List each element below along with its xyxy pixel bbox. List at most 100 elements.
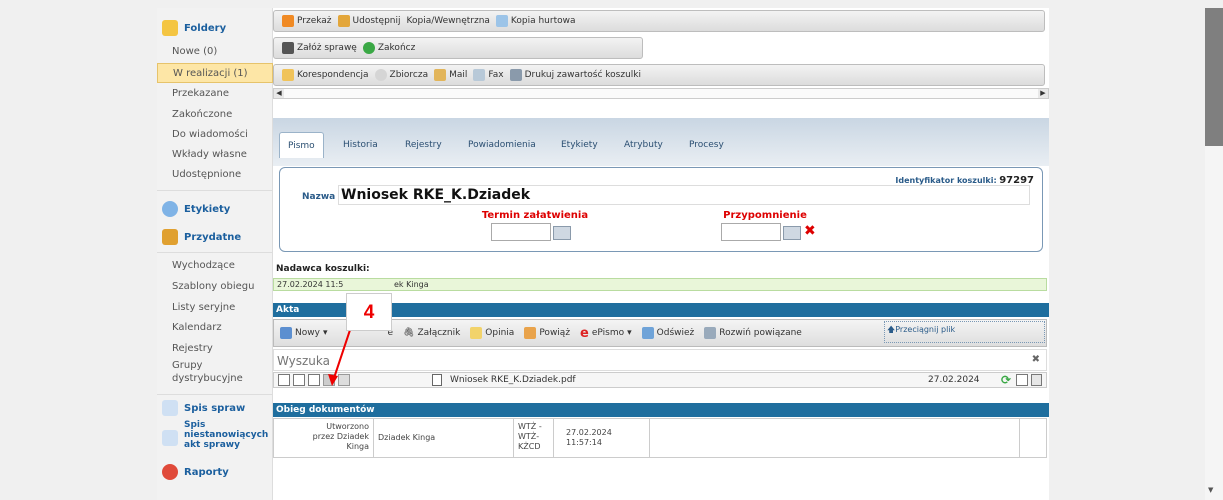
sidebar-item-wklady-wlasne[interactable]: Wkłady własne xyxy=(157,145,273,165)
refresh-icon[interactable]: ⟳ xyxy=(1001,373,1011,387)
tab-atrybuty[interactable]: Atrybuty xyxy=(616,132,671,158)
sidebar-labels-header[interactable]: Etykiety xyxy=(157,198,273,220)
udostepnij-button[interactable]: Udostępnij xyxy=(337,15,401,27)
mail-button[interactable]: Mail xyxy=(434,69,467,81)
fax-icon xyxy=(473,69,486,81)
file-name-link[interactable]: Wniosek RKE_K.Dziadek.pdf xyxy=(450,375,576,385)
epismo-button[interactable]: e ePismo ▾ xyxy=(580,326,632,341)
calendar-icon[interactable] xyxy=(553,226,571,240)
expand-icon xyxy=(704,327,717,339)
new-doc-icon xyxy=(280,327,292,339)
fax-button[interactable]: Fax xyxy=(473,69,504,81)
toolbar-row-2: Załóż sprawę Zakończ xyxy=(273,37,643,59)
kopia-wewnetrzna-button[interactable]: Kopia/Wewnętrzna xyxy=(407,16,490,26)
toolbar-row-1: Przekaż Udostępnij Kopia/Wewnętrzna Kopi… xyxy=(273,10,1045,32)
paperclip-icon: 🖇 xyxy=(403,328,415,338)
folder-icon xyxy=(162,20,178,36)
sender-label: Nadawca koszulki: xyxy=(276,264,370,274)
clear-search-icon[interactable]: ✖ xyxy=(1032,354,1040,365)
link-icon xyxy=(524,327,537,339)
epismo-icon: e xyxy=(580,325,589,341)
sidebar-reports-header[interactable]: Raporty xyxy=(157,462,273,482)
pdf-icon xyxy=(432,374,442,386)
tab-pismo[interactable]: Pismo xyxy=(279,132,324,158)
rozwin-button[interactable]: Rozwiń powiązane xyxy=(704,327,802,339)
stack-icon xyxy=(374,69,387,81)
sidebar-item-wychodzace[interactable]: Wychodzące xyxy=(157,256,273,276)
sidebar-item-zakonczone[interactable]: Zakończone xyxy=(157,105,273,125)
check-icon xyxy=(362,42,375,54)
obieg-header: Obieg dokumentów xyxy=(273,403,1049,417)
name-field[interactable]: Wniosek RKE_K.Dziadek xyxy=(338,185,1030,205)
sidebar-item-kalendarz[interactable]: Kalendarz xyxy=(157,318,273,338)
sidebar-noncase-header[interactable]: Spis niestanowiących akt sprawy xyxy=(157,420,273,460)
obieg-date: 27.02.2024 11:57:14 xyxy=(554,419,650,457)
envelope-icon xyxy=(282,69,294,81)
sidebar-item-w-realizacji[interactable]: W realizacji (1) xyxy=(157,63,273,83)
sidebar-item-rejestry[interactable]: Rejestry xyxy=(157,339,273,359)
toolbar-row-3: Korespondencja Zbiorcza Mail Fax Drukuj … xyxy=(273,64,1045,86)
users-icon xyxy=(337,15,350,27)
obieg-table: Utworzono przez Dziadek Kinga Dziadek Ki… xyxy=(273,418,1047,458)
clear-icon[interactable]: ✖ xyxy=(804,223,816,239)
sidebar-divider xyxy=(157,394,273,395)
list-icon[interactable] xyxy=(1016,374,1028,386)
sidebar-cases-header[interactable]: Spis spraw xyxy=(157,399,273,417)
zbiorcza-button[interactable]: Zbiorcza xyxy=(374,69,428,81)
arrow-up-icon: 🡅 xyxy=(887,325,896,334)
obieg-user: Dziadek Kinga xyxy=(374,419,514,457)
tab-etykiety[interactable]: Etykiety xyxy=(553,132,606,158)
arrow-right-icon xyxy=(282,15,294,27)
zakoncz-button[interactable]: Zakończ xyxy=(362,42,415,54)
calendar-icon[interactable] xyxy=(783,226,801,240)
zaloz-sprawe-button[interactable]: Załóż sprawę xyxy=(282,42,357,54)
sidebar-item-udostepnione[interactable]: Udostępnione xyxy=(157,165,273,185)
obieg-unit: WTŻ - WTŻ-KŻCD xyxy=(514,419,554,457)
tab-procesy[interactable]: Procesy xyxy=(681,132,732,158)
trash-icon[interactable] xyxy=(1031,374,1042,386)
flag-icon[interactable] xyxy=(278,374,290,386)
tab-powiadomienia[interactable]: Powiadomienia xyxy=(460,132,544,158)
drag-file-area[interactable]: 🡅Przeciągnij plik xyxy=(884,321,1045,343)
sidebar-item-do-wiadomosci[interactable]: Do wiadomości xyxy=(157,125,273,145)
sidebar-item-przekazane[interactable]: Przekazane xyxy=(157,84,273,104)
sidebar-item-nowe[interactable]: Nowe (0) xyxy=(157,42,273,62)
horizontal-scrollbar[interactable]: ◀ ▶ xyxy=(273,88,1049,99)
search-input[interactable] xyxy=(277,352,977,369)
sidebar-folders-header[interactable]: Foldery xyxy=(157,18,273,38)
powiaz-button[interactable]: Powiąż xyxy=(524,327,570,339)
scroll-down-icon[interactable]: ▼ xyxy=(1208,486,1213,494)
sidebar-divider xyxy=(157,252,273,253)
sidebar-item-listy-seryjne[interactable]: Listy seryjne xyxy=(157,298,273,318)
tab-rejestry[interactable]: Rejestry xyxy=(397,132,450,158)
reminder-input[interactable] xyxy=(721,223,781,241)
name-label: Nazwa xyxy=(302,192,336,202)
deadline-input[interactable] xyxy=(491,223,551,241)
obieg-created: Utworzono przez Dziadek Kinga xyxy=(274,419,374,457)
binder-icon xyxy=(282,42,294,54)
sidebar-item-grupy[interactable]: Grupy dystrybucyjne xyxy=(157,357,257,387)
zalacznik-button[interactable]: 🖇 Załącznik xyxy=(403,328,460,338)
labels-icon xyxy=(162,201,178,217)
scroll-left-icon[interactable]: ◀ xyxy=(274,89,284,98)
tab-historia[interactable]: Historia xyxy=(335,132,386,158)
document-card: Identyfikator koszulki: 97297 Nazwa Wnio… xyxy=(279,167,1043,252)
kopia-hurtowa-button[interactable]: Kopia hurtowa xyxy=(495,15,576,27)
scroll-right-icon[interactable]: ▶ xyxy=(1038,89,1048,98)
sender-row: 27.02.2024 11:5 ek Kinga xyxy=(273,278,1047,291)
drukuj-button[interactable]: Drukuj zawartość koszulki xyxy=(509,69,641,81)
main-panel: Przekaż Udostępnij Kopia/Wewnętrzna Kopi… xyxy=(273,8,1049,500)
priority-icon[interactable] xyxy=(293,374,305,386)
clipboard-icon xyxy=(162,229,178,245)
scrollbar-thumb[interactable] xyxy=(1205,8,1223,146)
przekaz-button[interactable]: Przekaż xyxy=(282,15,332,27)
annotation-arrow xyxy=(328,329,351,386)
odswiez-button[interactable]: Odśwież xyxy=(641,327,694,339)
sidebar-useful-header[interactable]: Przydatne xyxy=(157,226,273,248)
opinia-button[interactable]: Opinia xyxy=(470,327,514,339)
korespondencja-button[interactable]: Korespondencja xyxy=(282,69,369,81)
sidebar-item-szablony[interactable]: Szablony obiegu xyxy=(157,277,273,297)
comment-icon xyxy=(470,327,483,339)
deadline-label: Termin załatwienia xyxy=(481,210,589,221)
sidebar-divider xyxy=(157,190,273,191)
